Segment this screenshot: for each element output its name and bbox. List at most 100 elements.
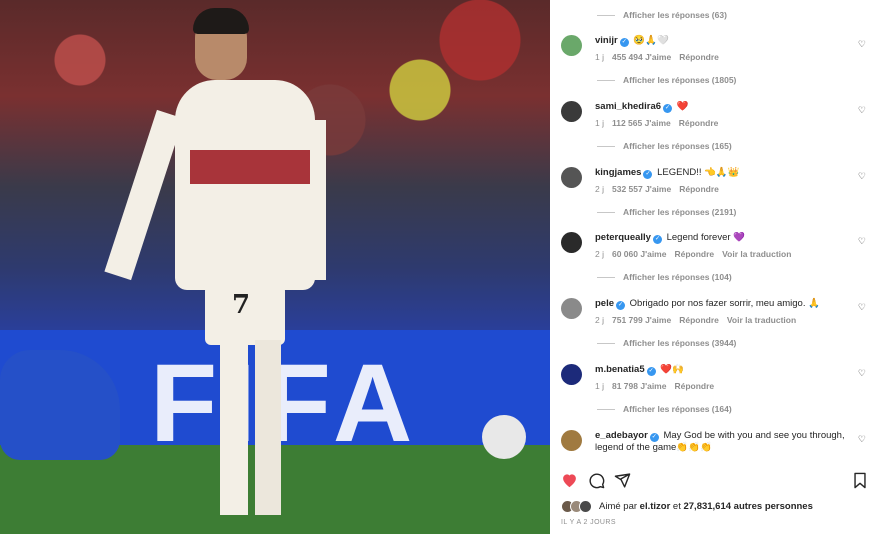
view-replies-label: Afficher les réponses (3944)	[623, 338, 737, 348]
comment-username[interactable]: kingjames	[595, 167, 641, 178]
bookmark-icon[interactable]	[853, 472, 867, 494]
comment-text: peterqueally ✓ Legend forever 💜	[595, 232, 855, 244]
comment-body: ❤️	[676, 101, 689, 112]
comment-likes[interactable]: 751 799 J'aime	[612, 315, 671, 325]
player-hair	[193, 8, 249, 34]
avatar[interactable]	[561, 430, 582, 451]
comment-username[interactable]: sami_khedira6	[595, 101, 661, 112]
avatar[interactable]	[561, 298, 582, 319]
comment-time: 2 j	[595, 315, 604, 325]
comment-username[interactable]: pele	[595, 298, 614, 309]
like-comment-heart-icon[interactable]: ♡	[858, 39, 866, 50]
avatar[interactable]	[561, 101, 582, 122]
comment-item: m.benatia5 ✓ ❤️🙌 1 j 81 798 J'aime Répondre…	[561, 364, 873, 404]
avatar	[579, 500, 592, 513]
view-replies-link[interactable]: Afficher les réponses (104)	[597, 272, 732, 282]
like-comment-heart-icon[interactable]: ♡	[858, 105, 866, 116]
verified-icon: ✓	[646, 367, 656, 376]
comment-item: vinijr ✓ 🥹🙏🤍 1 j 455 494 J'aime Répondre ♡	[561, 35, 873, 75]
comments-list[interactable]: Afficher les réponses (63) vinijr ✓ 🥹🙏🤍 1…	[550, 0, 873, 462]
heart-filled-icon[interactable]	[561, 472, 578, 493]
verified-icon: ✓	[616, 301, 626, 310]
player-jersey	[175, 80, 315, 290]
comment-text: e_adebayor ✓ May God be with you and see …	[595, 430, 855, 454]
view-replies-link[interactable]: Afficher les réponses (2191)	[597, 207, 736, 217]
comment-username[interactable]: m.benatia5	[595, 364, 645, 375]
comment-likes[interactable]: 60 060 J'aime	[612, 249, 666, 259]
comment-username[interactable]: vinijr	[595, 35, 618, 46]
comment-item: e_adebayor ✓ May God be with you and see …	[561, 430, 873, 462]
post-actions	[561, 472, 871, 490]
comment-time: 1 j	[595, 118, 604, 128]
reply-button[interactable]: Répondre	[679, 52, 719, 62]
reply-button[interactable]: Répondre	[679, 315, 719, 325]
view-replies-link[interactable]: Afficher les réponses (164)	[597, 404, 732, 414]
reply-button[interactable]: Répondre	[679, 118, 719, 128]
view-replies-link[interactable]: Afficher les réponses (165)	[597, 141, 732, 151]
comment-meta: 2 j 751 799 J'aime Répondre Voir la traduct…	[595, 315, 804, 325]
liked-by-count[interactable]: 27,831,614 autres personnes	[683, 501, 812, 512]
comment-time: 2 j	[595, 184, 604, 194]
share-icon[interactable]	[614, 472, 631, 494]
liker-avatars[interactable]	[561, 500, 597, 514]
post-photo: FIFA 7	[0, 0, 550, 534]
comment-username[interactable]: peterqueally	[595, 232, 651, 243]
comment-likes[interactable]: 81 798 J'aime	[612, 381, 666, 391]
comment-text: pele ✓ Obrigado por nos fazer sorrir, meu…	[595, 298, 855, 310]
translate-button[interactable]: Voir la traduction	[722, 249, 791, 259]
view-replies-link[interactable]: Afficher les réponses (63)	[597, 10, 727, 20]
verified-icon: ✓	[663, 104, 673, 113]
comment-body: Legend forever 💜	[666, 232, 745, 243]
comment-time: 2 j	[595, 249, 604, 259]
comments-panel: Afficher les réponses (63) vinijr ✓ 🥹🙏🤍 1…	[550, 0, 873, 534]
likes-summary: Aimé par el.tizor et 27,831,614 autres p…	[561, 500, 871, 514]
view-replies-link[interactable]: Afficher les réponses (1805)	[597, 75, 736, 85]
avatar[interactable]	[561, 35, 582, 56]
comment-meta: 1 j 455 494 J'aime Répondre	[595, 52, 727, 62]
post-timestamp[interactable]: IL Y A 2 JOURS	[561, 519, 616, 526]
translate-button[interactable]: Voir la traduction	[727, 315, 796, 325]
view-replies-label: Afficher les réponses (104)	[623, 272, 732, 282]
goalkeeper	[0, 350, 120, 460]
comment-item: kingjames ✓ LEGEND!! 👈🙏👑 2 j 532 557 J'aim…	[561, 167, 873, 207]
comment-text: sami_khedira6 ✓ ❤️	[595, 101, 855, 113]
reply-button[interactable]: Répondre	[679, 184, 719, 194]
comment-likes[interactable]: 532 557 J'aime	[612, 184, 671, 194]
jersey-stripe	[190, 150, 310, 184]
comment-body: Obrigado por nos fazer sorrir, meu amigo…	[629, 298, 820, 309]
view-replies-label: Afficher les réponses (165)	[623, 141, 732, 151]
comment-likes[interactable]: 455 494 J'aime	[612, 52, 671, 62]
comment-time: 1 j	[595, 381, 604, 391]
verified-icon: ✓	[619, 38, 629, 47]
comment-item: sami_khedira6 ✓ ❤️ 1 j 112 565 J'aime Répon…	[561, 101, 873, 141]
player-leg-right	[255, 340, 281, 515]
view-replies-label: Afficher les réponses (63)	[623, 10, 727, 20]
liked-by-user[interactable]: el.tizor	[640, 501, 671, 512]
comment-time: 1 j	[595, 52, 604, 62]
reply-button[interactable]: Répondre	[674, 381, 714, 391]
view-replies-label: Afficher les réponses (2191)	[623, 207, 737, 217]
comment-item: peterqueally ✓ Legend forever 💜 2 j 60 060…	[561, 232, 873, 272]
avatar[interactable]	[561, 232, 582, 253]
like-comment-heart-icon[interactable]: ♡	[858, 171, 866, 182]
like-comment-heart-icon[interactable]: ♡	[858, 236, 866, 247]
comment-text: m.benatia5 ✓ ❤️🙌	[595, 364, 855, 376]
comment-username[interactable]: e_adebayor	[595, 430, 648, 441]
verified-icon: ✓	[649, 433, 659, 442]
like-comment-heart-icon[interactable]: ♡	[858, 434, 866, 445]
reply-button[interactable]: Répondre	[674, 249, 714, 259]
ball	[482, 415, 526, 459]
shorts-number: 7	[232, 290, 251, 320]
like-comment-heart-icon[interactable]: ♡	[858, 302, 866, 313]
view-replies-link[interactable]: Afficher les réponses (3944)	[597, 338, 736, 348]
comment-meta: 1 j 81 798 J'aime Répondre	[595, 381, 722, 391]
avatar[interactable]	[561, 167, 582, 188]
likes-text: Aimé par el.tizor et 27,831,614 autres p…	[599, 501, 813, 512]
avatar[interactable]	[561, 364, 582, 385]
comment-likes[interactable]: 112 565 J'aime	[612, 118, 671, 128]
comment-meta: 1 j 112 565 J'aime Répondre	[595, 118, 726, 128]
comment-icon[interactable]	[588, 472, 605, 494]
comment-meta: 2 j 60 060 J'aime Répondre Voir la traducti…	[595, 249, 799, 259]
liked-by-prefix: Aimé par	[599, 501, 640, 512]
like-comment-heart-icon[interactable]: ♡	[858, 368, 866, 379]
